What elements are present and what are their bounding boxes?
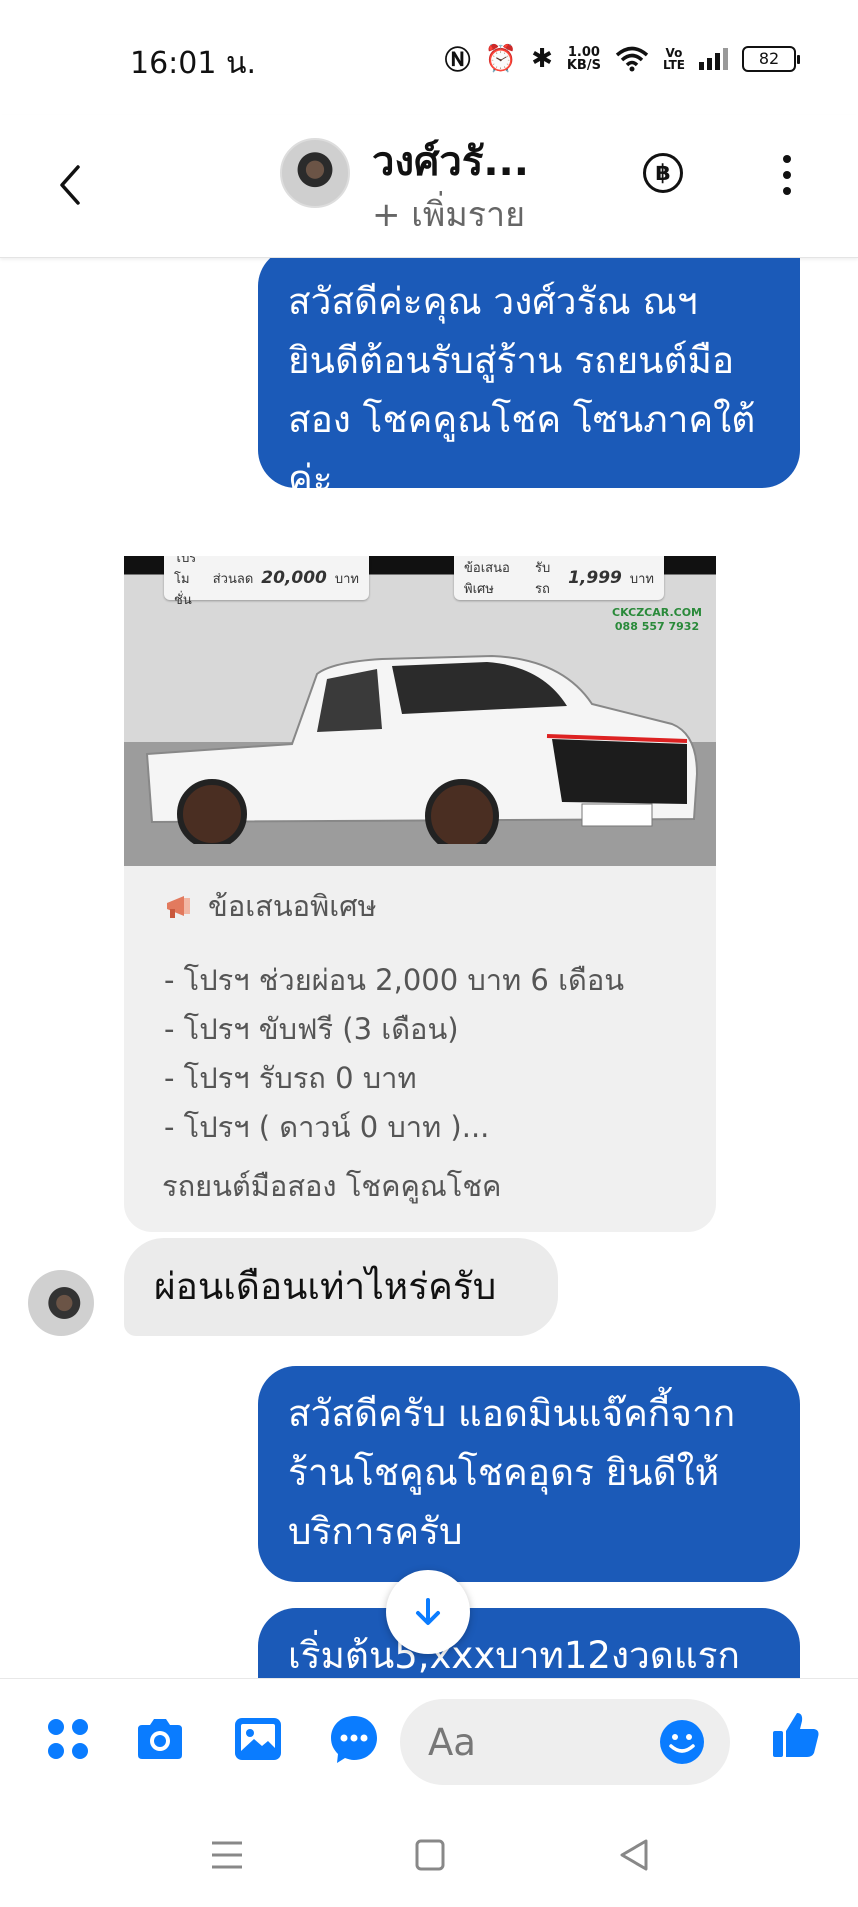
tag-left-sub: ส่วนลด (212, 571, 254, 587)
status-time: 16:01 น. (130, 46, 257, 81)
tag-right-label: ข้อเสนอพิเศษ (464, 561, 510, 597)
nfc-icon: Ⓝ (444, 46, 471, 76)
promo-tag-special: ข้อเสนอพิเศษ รับรถ 1,999 บาท (454, 556, 664, 600)
net-speed-unit: KB/S (566, 57, 601, 73)
scroll-to-bottom-button[interactable] (386, 1570, 470, 1654)
emoji-icon[interactable] (658, 1718, 706, 1766)
arrow-down-icon (416, 1598, 440, 1625)
conversation-header: วงศ์วรั... + เพิ่มราย ฿ (0, 115, 858, 258)
home-icon[interactable] (405, 1833, 455, 1877)
promo-card[interactable]: โปรโมชั่น ส่วนลด 20,000 บาท ข้อเสนอพิเศษ… (124, 556, 716, 1232)
incoming-message[interactable]: ผ่อนเดือนเท่าไหร่ครับ (124, 1238, 558, 1336)
contact-avatar[interactable] (280, 138, 350, 208)
alarm-icon: ⏰ (484, 43, 518, 74)
tag-left-value: 20,000 (261, 568, 327, 588)
back-arrow-icon[interactable] (50, 155, 90, 215)
payment-baht-icon[interactable]: ฿ (643, 153, 683, 193)
dealer-logo: CKCZCAR.COM 088 557 7932 (612, 606, 702, 634)
camera-icon[interactable] (134, 1713, 186, 1765)
card-footer: รถยนต์มือสอง โชคคูณโชค (162, 1169, 502, 1203)
signal-icon (699, 47, 728, 70)
card-line: - โปรฯ รับรถ 0 บาท (164, 1061, 417, 1095)
contact-name[interactable]: วงศ์วรั... (372, 129, 529, 193)
chat-bubble-icon[interactable] (328, 1713, 380, 1765)
volte-line2: LTE (662, 57, 685, 72)
gallery-icon[interactable] (232, 1713, 284, 1765)
status-icons: Ⓝ ⏰ ✱ 1.00 KB/S Vo LTE 82 (444, 40, 800, 77)
message-composer (0, 1678, 858, 1803)
card-title: ข้อเสนอพิเศษ (164, 883, 377, 929)
tag-left-unit: บาท (334, 571, 359, 587)
tag-right-unit: บาท (629, 571, 654, 587)
dealer-name: CKCZCAR.COM (612, 606, 702, 619)
card-title-text: ข้อเสนอพิเศษ (208, 889, 377, 923)
car-photo[interactable]: โปรโมชั่น ส่วนลด 20,000 บาท ข้อเสนอพิเศษ… (124, 556, 716, 866)
back-nav-icon[interactable] (610, 1833, 660, 1877)
wifi-icon (615, 46, 649, 71)
message-input[interactable] (428, 1717, 628, 1767)
battery-icon: 82 (742, 45, 800, 72)
add-contact-link[interactable]: + เพิ่มราย (372, 187, 525, 241)
outgoing-message[interactable]: สวัสดีค่ะคุณ วงศ์วรัณ ณฯ ยินดีต้อนรับสู่… (258, 258, 800, 500)
bluetooth-icon: ✱ (531, 43, 553, 74)
message-list[interactable]: สวัสดีค่ะคุณ วงศ์วรัณ ณฯ ยินดีต้อนรับสู่… (0, 258, 858, 1678)
battery-level: 82 (758, 49, 780, 68)
card-line: - โปรฯ ขับฟรี (3 เดือน) (164, 1012, 459, 1046)
outgoing-message[interactable]: เริ่มต้น5,xxxบาท12งวดแรก (258, 1608, 800, 1678)
card-line: - โปรฯ ช่วยผ่อน 2,000 บาท 6 เดือน (164, 963, 625, 997)
tag-left-label: โปรโมชั่น (174, 556, 197, 608)
card-details: - โปรฯ ช่วยผ่อน 2,000 บาท 6 เดือน - โปรฯ… (164, 956, 624, 1152)
outgoing-message[interactable]: สวัสดีครับ แอดมินแจ๊คกี้จากร้านโชคูณโชคอ… (258, 1366, 800, 1582)
more-options-icon[interactable] (775, 155, 799, 195)
net-speed: 1.00 KB/S (567, 46, 601, 72)
thumbs-up-icon[interactable] (770, 1709, 822, 1761)
megaphone-icon (167, 896, 190, 918)
volte-indicator: Vo LTE (663, 47, 685, 71)
menu-icon[interactable] (202, 1833, 252, 1877)
apps-icon[interactable] (42, 1713, 94, 1765)
system-nav-bar (0, 1803, 858, 1907)
tag-right-sub: รับรถ (535, 561, 551, 597)
pickup-truck-image (145, 654, 699, 844)
dealer-phone: 088 557 7932 (614, 620, 700, 633)
message-input-pill[interactable] (400, 1699, 730, 1785)
promo-tag-discount: โปรโมชั่น ส่วนลด 20,000 บาท (164, 556, 369, 608)
card-line: - โปรฯ ( ดาวน์ 0 บาท )... (164, 1110, 490, 1144)
tag-right-value: 1,999 (568, 568, 622, 588)
sender-avatar[interactable] (28, 1270, 94, 1336)
status-bar: 16:01 น. Ⓝ ⏰ ✱ 1.00 KB/S Vo LTE 82 (0, 0, 858, 115)
